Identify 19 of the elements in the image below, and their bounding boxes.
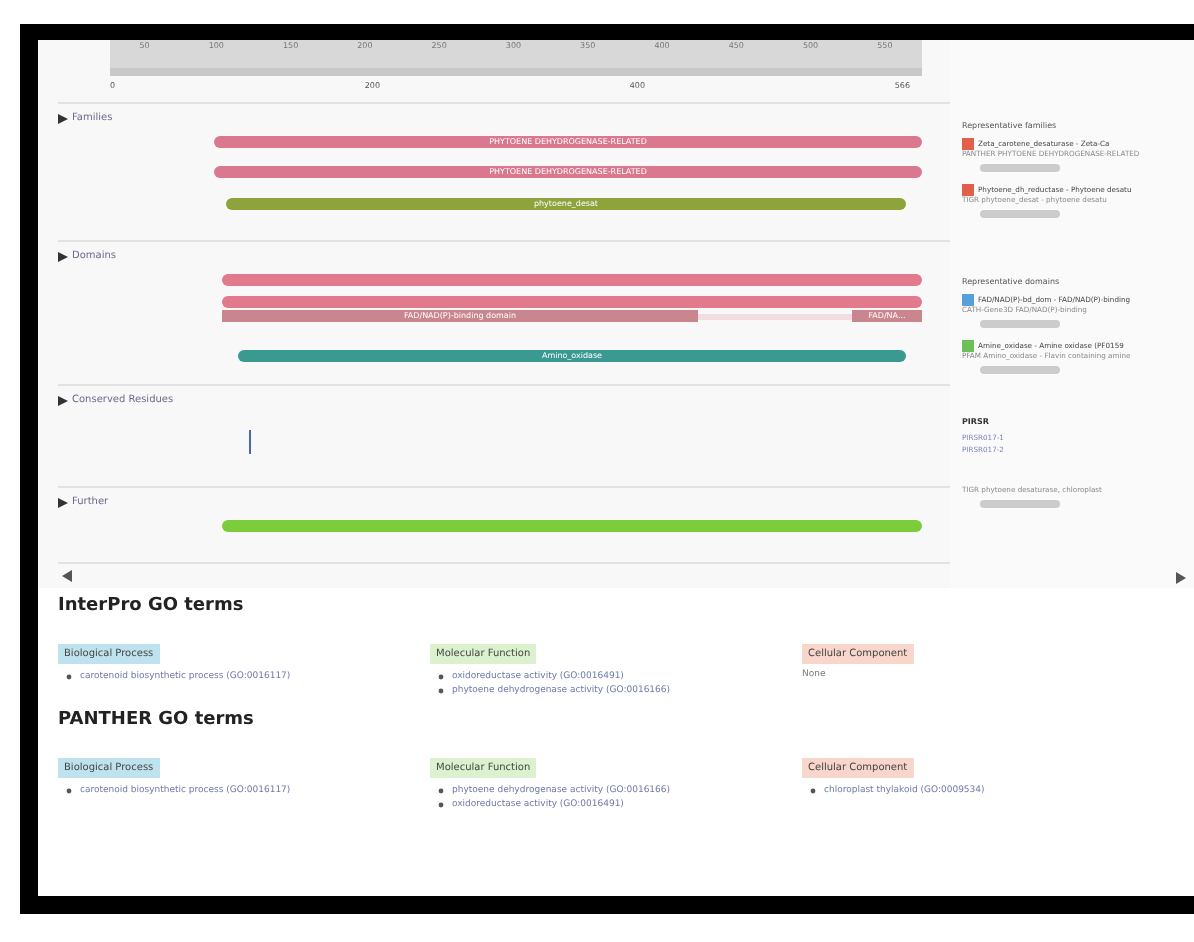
residue-marker[interactable] (246, 430, 254, 454)
track-bar[interactable] (222, 520, 922, 532)
bullet-icon (438, 674, 444, 680)
bullet-icon (66, 788, 72, 794)
track-bar[interactable] (222, 296, 922, 308)
bullet-icon (438, 688, 444, 694)
section-title: InterPro GO terms (58, 596, 246, 616)
bullet-icon (438, 788, 444, 794)
scroll-right-icon[interactable] (1176, 572, 1186, 584)
track-bar[interactable] (222, 274, 922, 286)
bullet-icon (438, 802, 444, 808)
scroll-left-icon[interactable] (62, 570, 72, 582)
expand-triangle-icon[interactable] (58, 395, 68, 405)
bullet-icon (810, 788, 816, 794)
bullet-icon (66, 674, 72, 680)
expand-triangle-icon[interactable] (58, 251, 68, 261)
expand-triangle-icon[interactable] (58, 497, 68, 507)
expand-triangle-icon[interactable] (58, 113, 68, 123)
section-title: PANTHER GO terms (58, 710, 256, 730)
